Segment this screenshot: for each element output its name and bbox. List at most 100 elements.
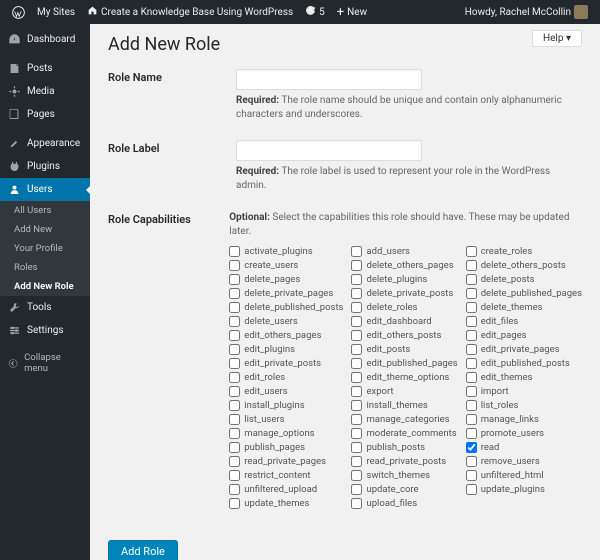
capability-checkbox[interactable] bbox=[351, 330, 362, 341]
capability-checkbox[interactable] bbox=[351, 456, 362, 467]
capability-edit_dashboard[interactable]: edit_dashboard bbox=[351, 315, 457, 328]
capability-manage_links[interactable]: manage_links bbox=[466, 413, 582, 426]
role-label-input[interactable] bbox=[236, 140, 422, 161]
capability-edit_pages[interactable]: edit_pages bbox=[466, 329, 582, 342]
role-name-input[interactable] bbox=[236, 69, 422, 90]
account-link[interactable]: Howdy, Rachel McCollin bbox=[461, 5, 592, 19]
capability-install_themes[interactable]: install_themes bbox=[351, 399, 457, 412]
capability-delete_posts[interactable]: delete_posts bbox=[466, 273, 582, 286]
capability-delete_users[interactable]: delete_users bbox=[229, 315, 343, 328]
add-role-button[interactable]: Add Role bbox=[108, 540, 178, 560]
capability-read_private_posts[interactable]: read_private_posts bbox=[351, 455, 457, 468]
capability-delete_published_posts[interactable]: delete_published_posts bbox=[229, 301, 343, 314]
capability-edit_users[interactable]: edit_users bbox=[229, 385, 343, 398]
capability-delete_pages[interactable]: delete_pages bbox=[229, 273, 343, 286]
capability-checkbox[interactable] bbox=[229, 316, 240, 327]
capability-delete_others_posts[interactable]: delete_others_posts bbox=[466, 259, 582, 272]
capability-checkbox[interactable] bbox=[229, 386, 240, 397]
submenu-all-users[interactable]: All Users bbox=[0, 201, 90, 220]
capability-checkbox[interactable] bbox=[466, 330, 477, 341]
capability-read_private_pages[interactable]: read_private_pages bbox=[229, 455, 343, 468]
capability-checkbox[interactable] bbox=[466, 246, 477, 257]
submenu-add-new[interactable]: Add New bbox=[0, 220, 90, 239]
capability-checkbox[interactable] bbox=[229, 302, 240, 313]
sidebar-item-settings[interactable]: Settings bbox=[0, 319, 90, 342]
capability-unfiltered_html[interactable]: unfiltered_html bbox=[466, 469, 582, 482]
updates-link[interactable]: 5 bbox=[301, 5, 329, 19]
new-content-link[interactable]: +New bbox=[333, 6, 371, 19]
capability-checkbox[interactable] bbox=[351, 274, 362, 285]
capability-checkbox[interactable] bbox=[466, 456, 477, 467]
capability-checkbox[interactable] bbox=[351, 442, 362, 453]
capability-upload_files[interactable]: upload_files bbox=[351, 497, 457, 510]
sidebar-item-users[interactable]: Users bbox=[0, 178, 90, 201]
capability-checkbox[interactable] bbox=[466, 414, 477, 425]
capability-checkbox[interactable] bbox=[466, 442, 477, 453]
capability-edit_others_pages[interactable]: edit_others_pages bbox=[229, 329, 343, 342]
capability-checkbox[interactable] bbox=[351, 288, 362, 299]
capability-checkbox[interactable] bbox=[466, 358, 477, 369]
capability-checkbox[interactable] bbox=[229, 358, 240, 369]
capability-edit_private_posts[interactable]: edit_private_posts bbox=[229, 357, 343, 370]
submenu-add-new-role[interactable]: Add New Role bbox=[0, 277, 90, 296]
capability-checkbox[interactable] bbox=[229, 288, 240, 299]
capability-checkbox[interactable] bbox=[351, 246, 362, 257]
capability-promote_users[interactable]: promote_users bbox=[466, 427, 582, 440]
capability-edit_roles[interactable]: edit_roles bbox=[229, 371, 343, 384]
capability-checkbox[interactable] bbox=[466, 316, 477, 327]
capability-manage_categories[interactable]: manage_categories bbox=[351, 413, 457, 426]
capability-delete_others_pages[interactable]: delete_others_pages bbox=[351, 259, 457, 272]
capability-remove_users[interactable]: remove_users bbox=[466, 455, 582, 468]
capability-delete_plugins[interactable]: delete_plugins bbox=[351, 273, 457, 286]
capability-moderate_comments[interactable]: moderate_comments bbox=[351, 427, 457, 440]
capability-update_themes[interactable]: update_themes bbox=[229, 497, 343, 510]
capability-checkbox[interactable] bbox=[351, 400, 362, 411]
sidebar-item-tools[interactable]: Tools bbox=[0, 296, 90, 319]
capability-install_plugins[interactable]: install_plugins bbox=[229, 399, 343, 412]
submenu-your-profile[interactable]: Your Profile bbox=[0, 239, 90, 258]
sidebar-item-pages[interactable]: Pages bbox=[0, 103, 90, 126]
capability-edit_published_posts[interactable]: edit_published_posts bbox=[466, 357, 582, 370]
capability-checkbox[interactable] bbox=[351, 316, 362, 327]
capability-checkbox[interactable] bbox=[466, 302, 477, 313]
capability-checkbox[interactable] bbox=[466, 288, 477, 299]
capability-checkbox[interactable] bbox=[229, 484, 240, 495]
capability-checkbox[interactable] bbox=[466, 484, 477, 495]
capability-checkbox[interactable] bbox=[466, 372, 477, 383]
capability-unfiltered_upload[interactable]: unfiltered_upload bbox=[229, 483, 343, 496]
help-tab[interactable]: Help ▾ bbox=[532, 30, 582, 47]
capability-edit_posts[interactable]: edit_posts bbox=[351, 343, 457, 356]
capability-checkbox[interactable] bbox=[466, 344, 477, 355]
capability-checkbox[interactable] bbox=[351, 302, 362, 313]
capability-restrict_content[interactable]: restrict_content bbox=[229, 469, 343, 482]
capability-add_users[interactable]: add_users bbox=[351, 245, 457, 258]
capability-delete_roles[interactable]: delete_roles bbox=[351, 301, 457, 314]
capability-export[interactable]: export bbox=[351, 385, 457, 398]
capability-checkbox[interactable] bbox=[229, 260, 240, 271]
capability-delete_private_pages[interactable]: delete_private_pages bbox=[229, 287, 343, 300]
capability-checkbox[interactable] bbox=[351, 372, 362, 383]
wp-logo-icon[interactable] bbox=[8, 6, 29, 19]
capability-checkbox[interactable] bbox=[351, 386, 362, 397]
capability-checkbox[interactable] bbox=[229, 456, 240, 467]
capability-edit_themes[interactable]: edit_themes bbox=[466, 371, 582, 384]
capability-checkbox[interactable] bbox=[229, 344, 240, 355]
collapse-menu[interactable]: Collapse menu bbox=[0, 346, 90, 380]
capability-delete_themes[interactable]: delete_themes bbox=[466, 301, 582, 314]
capability-read[interactable]: read bbox=[466, 441, 582, 454]
capability-edit_private_pages[interactable]: edit_private_pages bbox=[466, 343, 582, 356]
capability-edit_others_posts[interactable]: edit_others_posts bbox=[351, 329, 457, 342]
sidebar-item-dashboard[interactable]: Dashboard bbox=[0, 28, 90, 51]
capability-checkbox[interactable] bbox=[351, 498, 362, 509]
capability-checkbox[interactable] bbox=[466, 400, 477, 411]
capability-checkbox[interactable] bbox=[229, 414, 240, 425]
capability-publish_pages[interactable]: publish_pages bbox=[229, 441, 343, 454]
capability-create_users[interactable]: create_users bbox=[229, 259, 343, 272]
capability-checkbox[interactable] bbox=[351, 414, 362, 425]
capability-checkbox[interactable] bbox=[229, 372, 240, 383]
capability-checkbox[interactable] bbox=[351, 358, 362, 369]
capability-edit_files[interactable]: edit_files bbox=[466, 315, 582, 328]
capability-checkbox[interactable] bbox=[229, 400, 240, 411]
capability-delete_published_pages[interactable]: delete_published_pages bbox=[466, 287, 582, 300]
sidebar-item-media[interactable]: Media bbox=[0, 80, 90, 103]
